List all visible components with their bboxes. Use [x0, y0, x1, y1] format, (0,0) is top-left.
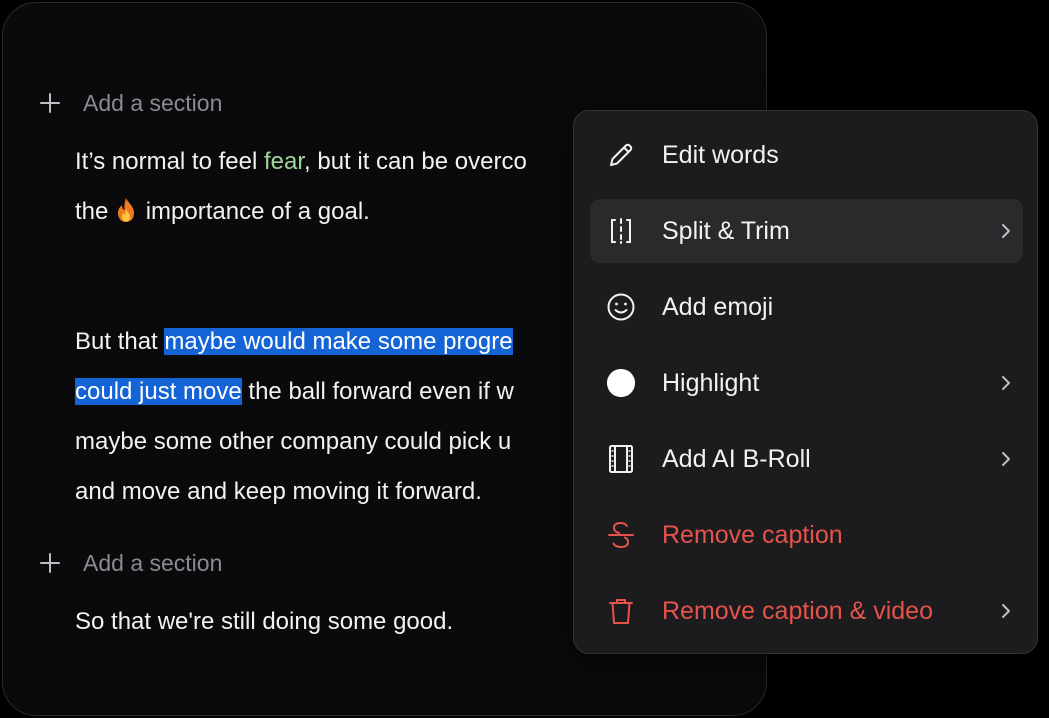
chevron-right-icon [997, 222, 1015, 240]
app-stage: Add a section It’s normal to feel fear, … [0, 0, 1049, 718]
menu-item-label: Split & Trim [662, 216, 790, 245]
pencil-icon [606, 140, 636, 170]
smiley-icon [606, 292, 636, 322]
chevron-right-icon [997, 374, 1015, 392]
trash-icon [606, 596, 636, 626]
strikethrough-icon [606, 520, 636, 550]
menu-item-add-ai-b-roll[interactable]: Add AI B-Roll [590, 427, 1023, 491]
menu-item-label: Remove caption [662, 520, 843, 549]
caption-text: , but it can be overco [304, 148, 527, 175]
fire-emoji-icon[interactable] [115, 191, 137, 222]
caption-context-menu: Edit words Split & Trim Add emoji Highli… [573, 110, 1038, 654]
add-section-button[interactable]: Add a section [39, 548, 222, 578]
chevron-right-icon [997, 450, 1015, 468]
menu-item-label: Highlight [662, 368, 760, 397]
film-strip-icon [606, 444, 636, 474]
plus-icon [39, 92, 61, 114]
caption-text: It’s normal to feel [75, 148, 264, 175]
menu-item-label: Add AI B-Roll [662, 444, 811, 473]
plus-icon [39, 552, 61, 574]
add-section-button[interactable]: Add a section [39, 88, 222, 118]
menu-item-label: Remove caption & video [662, 596, 933, 625]
add-section-label: Add a section [83, 549, 223, 576]
menu-item-label: Add emoji [662, 292, 774, 321]
white-circle-icon [606, 368, 636, 398]
caption-text: But that [75, 328, 165, 355]
caption-text: the ball forward even if w [241, 378, 514, 405]
caption-text: importance of a goal. [139, 198, 370, 225]
caption-text: the [75, 198, 116, 225]
menu-item-split-trim[interactable]: Split & Trim [590, 199, 1023, 263]
menu-item-remove-caption[interactable]: Remove caption [590, 503, 1023, 567]
menu-item-edit-words[interactable]: Edit words [590, 123, 1023, 187]
chevron-right-icon [997, 602, 1015, 620]
highlighted-word[interactable]: fear [264, 148, 304, 175]
add-section-label: Add a section [83, 89, 223, 116]
split-trim-icon [606, 216, 636, 246]
selected-text[interactable]: could just move [75, 378, 242, 405]
selected-text[interactable]: maybe would make some progre [164, 328, 513, 355]
menu-item-highlight[interactable]: Highlight [590, 351, 1023, 415]
menu-item-remove-caption-video[interactable]: Remove caption & video [590, 579, 1023, 643]
menu-item-add-emoji[interactable]: Add emoji [590, 275, 1023, 339]
menu-item-label: Edit words [662, 140, 779, 169]
